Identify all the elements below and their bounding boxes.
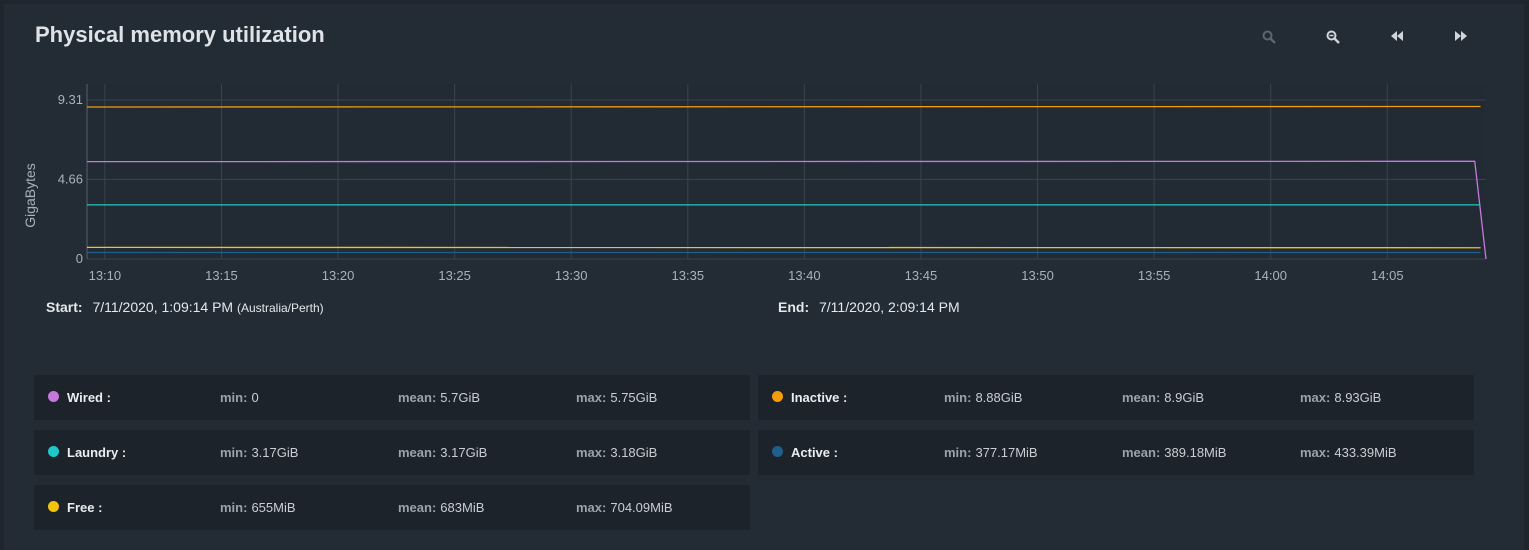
end-value: 7/11/2020, 2:09:14 PM — [819, 299, 960, 315]
stat-max-value: 704.09MiB — [610, 500, 673, 515]
stat-mean-label: mean: — [1122, 445, 1161, 460]
stat-min-label: min: — [944, 445, 972, 460]
stat-max-label: max: — [1300, 390, 1331, 405]
stat-mean-label: mean: — [398, 445, 437, 460]
y-tick-label: 0 — [76, 251, 83, 266]
legend-dot — [772, 391, 783, 402]
stat-max: max: 3.18GiB — [576, 445, 657, 460]
x-tick-label: 13:40 — [788, 268, 821, 283]
stat-mean-label: mean: — [1122, 390, 1161, 405]
stat-row: Active : min: 377.17MiB mean: 389.18MiB max: 4… — [758, 430, 1474, 475]
stat-row: Free : min: 655MiB mean: 683MiB max: 704.09MiB — [34, 485, 750, 530]
plot-area — [87, 84, 1486, 259]
stat-min: min: 655MiB — [220, 500, 296, 515]
stat-min: min: 8.88GiB — [944, 390, 1022, 405]
stat-min-label: min: — [220, 445, 248, 460]
stat-min-value: 8.88GiB — [975, 390, 1023, 405]
series-name: Wired : — [67, 390, 111, 405]
stat-max-label: max: — [576, 445, 607, 460]
end-range: End: 7/11/2020, 2:09:14 PM — [778, 299, 960, 315]
x-tick-label: 13:50 — [1021, 268, 1054, 283]
stat-mean: mean: 389.18MiB — [1122, 445, 1226, 460]
stat-row: Laundry : min: 3.17GiB mean: 3.17GiB max: 3.18… — [34, 430, 750, 475]
stat-max-value: 433.39MiB — [1334, 445, 1397, 460]
stat-max-label: max: — [1300, 445, 1331, 460]
stat-max-label: max: — [576, 500, 607, 515]
x-tick-label: 13:35 — [672, 268, 705, 283]
legend-dot — [772, 446, 783, 457]
x-tick-label: 13:55 — [1138, 268, 1171, 283]
stat-max-value: 8.93GiB — [1334, 390, 1382, 405]
x-tick-label: 13:45 — [905, 268, 938, 283]
stat-max-value: 3.18GiB — [610, 445, 658, 460]
stat-min-label: min: — [220, 500, 248, 515]
legend-dot — [48, 501, 59, 512]
y-axis-label: GigaBytes — [22, 163, 38, 228]
stat-min: min: 3.17GiB — [220, 445, 298, 460]
series-name: Laundry : — [67, 445, 127, 460]
legend-dot — [48, 391, 59, 402]
stat-min-value: 0 — [251, 390, 259, 405]
stat-max-value: 5.75GiB — [610, 390, 658, 405]
stat-max: max: 8.93GiB — [1300, 390, 1381, 405]
stat-mean-value: 683MiB — [440, 500, 485, 515]
stat-max-label: max: — [576, 390, 607, 405]
stat-mean: mean: 5.7GiB — [398, 390, 480, 405]
x-tick-label: 13:15 — [205, 268, 238, 283]
stat-row: Wired : min: 0 mean: 5.7GiB max: 5.75GiB — [34, 375, 750, 420]
stat-min-label: min: — [944, 390, 972, 405]
series-name: Active : — [791, 445, 838, 460]
start-value: 7/11/2020, 1:09:14 PM — [92, 299, 234, 315]
stat-mean: mean: 683MiB — [398, 500, 484, 515]
stat-mean-value: 389.18MiB — [1164, 445, 1227, 460]
stat-min-label: min: — [220, 390, 248, 405]
stat-mean-value: 3.17GiB — [440, 445, 488, 460]
timezone: (Australia/Perth) — [236, 301, 324, 315]
x-tick-label: 13:25 — [438, 268, 471, 283]
y-tick-label: 4.66 — [58, 171, 83, 186]
series-name: Inactive : — [791, 390, 848, 405]
stat-mean-label: mean: — [398, 390, 437, 405]
stat-max: max: 433.39MiB — [1300, 445, 1397, 460]
memory-line-chart: 13:10 13:15 13:20 13:25 13:30 13:35 13:40 13:45… — [22, 84, 1487, 283]
stat-mean: mean: 3.17GiB — [398, 445, 487, 460]
x-tick-label: 13:10 — [89, 268, 122, 283]
stat-mean: mean: 8.9GiB — [1122, 390, 1204, 405]
stat-min: min: 0 — [220, 390, 259, 405]
start-range: Start: 7/11/2020, 1:09:14 PM (Australia/… — [46, 299, 324, 315]
x-tick-label: 14:05 — [1371, 268, 1404, 283]
y-tick-label: 9.31 — [58, 92, 83, 107]
series-line-inactive — [86, 105, 1481, 108]
legend-dot — [48, 446, 59, 457]
stat-min-value: 3.17GiB — [251, 445, 299, 460]
series-name: Free : — [67, 500, 103, 515]
stat-mean-value: 8.9GiB — [1164, 390, 1205, 405]
stat-max: max: 5.75GiB — [576, 390, 657, 405]
end-label: End: — [778, 299, 810, 315]
stat-row: Inactive : min: 8.88GiB mean: 8.9GiB max: 8.93… — [758, 375, 1474, 420]
x-tick-label: 13:30 — [555, 268, 588, 283]
stat-min: min: 377.17MiB — [944, 445, 1038, 460]
stat-min-value: 655MiB — [251, 500, 296, 515]
stat-min-value: 377.17MiB — [975, 445, 1038, 460]
stat-mean-value: 5.7GiB — [440, 390, 481, 405]
x-tick-label: 13:20 — [322, 268, 355, 283]
stat-mean-label: mean: — [398, 500, 437, 515]
stat-max: max: 704.09MiB — [576, 500, 673, 515]
start-label: Start: — [46, 299, 83, 315]
x-tick-label: 14:00 — [1254, 268, 1287, 283]
